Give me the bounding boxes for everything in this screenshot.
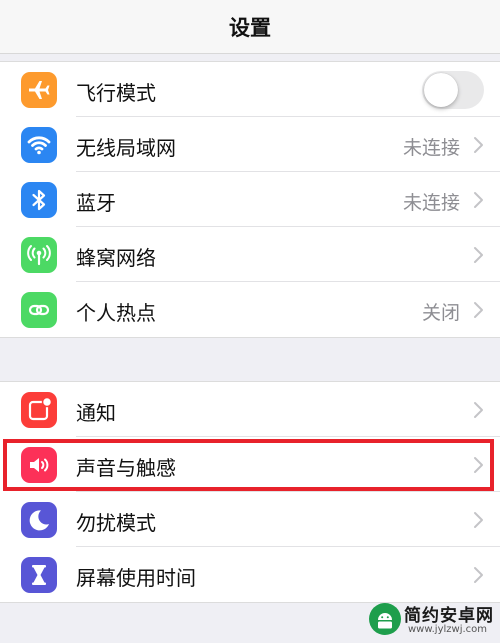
row-label-do-not-disturb: 勿扰模式	[76, 511, 156, 535]
chevron-right-icon	[474, 567, 483, 583]
settings-row-screen-time[interactable]: 屏幕使用时间	[0, 547, 500, 602]
personal-hotspot-icon	[21, 292, 57, 328]
android-logo-icon	[369, 603, 401, 635]
bluetooth-icon	[21, 182, 57, 218]
settings-row-wifi[interactable]: 无线局域网 未连接	[0, 117, 500, 172]
row-label-sounds-haptics: 声音与触感	[76, 456, 176, 480]
notifications-group: 通知 声音与触感 勿扰模式 屏幕使用时间	[0, 381, 500, 603]
watermark-url: www.jylzwj.com	[408, 624, 488, 635]
wifi-status-value: 未连接	[402, 137, 460, 159]
airplane-mode-toggle[interactable]	[422, 71, 484, 109]
wifi-icon	[21, 127, 57, 163]
chevron-right-icon	[474, 402, 483, 418]
watermark-title: 简约安卓网	[404, 606, 494, 626]
settings-row-cellular[interactable]: 蜂窝网络	[0, 227, 500, 282]
toggle-knob	[424, 73, 458, 107]
chevron-right-icon	[474, 302, 483, 318]
row-label-airplane-mode: 飞行模式	[76, 81, 156, 105]
chevron-right-icon	[474, 247, 483, 263]
settings-row-sounds-haptics[interactable]: 声音与触感	[0, 437, 500, 492]
speaker-icon	[21, 447, 57, 483]
chevron-right-icon	[474, 512, 483, 528]
bluetooth-status-value: 未连接	[402, 192, 460, 214]
watermark: 简约安卓网 www.jylzwj.com	[368, 600, 496, 640]
row-label-notifications: 通知	[76, 401, 116, 425]
hotspot-status-value: 关闭	[421, 302, 460, 324]
settings-row-notifications[interactable]: 通知	[0, 382, 500, 437]
settings-row-bluetooth[interactable]: 蓝牙 未连接	[0, 172, 500, 227]
page-title: 设置	[229, 16, 271, 40]
row-label-cellular: 蜂窝网络	[76, 246, 156, 270]
connectivity-group: 飞行模式 无线局域网 未连接 蓝牙 未连接 蜂窝网络 个人热点 关闭	[0, 61, 500, 338]
row-label-screen-time: 屏幕使用时间	[76, 566, 196, 590]
navigation-bar: 设置	[0, 0, 500, 54]
settings-row-do-not-disturb[interactable]: 勿扰模式	[0, 492, 500, 547]
chevron-right-icon	[474, 137, 483, 153]
row-label-wifi: 无线局域网	[76, 136, 176, 160]
cellular-antenna-icon	[21, 237, 57, 273]
moon-icon	[21, 502, 57, 538]
row-label-bluetooth: 蓝牙	[76, 191, 116, 215]
settings-row-personal-hotspot[interactable]: 个人热点 关闭	[0, 282, 500, 337]
hourglass-icon	[21, 557, 57, 593]
notifications-icon	[21, 392, 57, 428]
row-label-personal-hotspot: 个人热点	[76, 301, 156, 325]
airplane-icon	[21, 72, 57, 108]
settings-row-airplane-mode[interactable]: 飞行模式	[0, 62, 500, 117]
chevron-right-icon	[474, 457, 483, 473]
chevron-right-icon	[474, 192, 483, 208]
